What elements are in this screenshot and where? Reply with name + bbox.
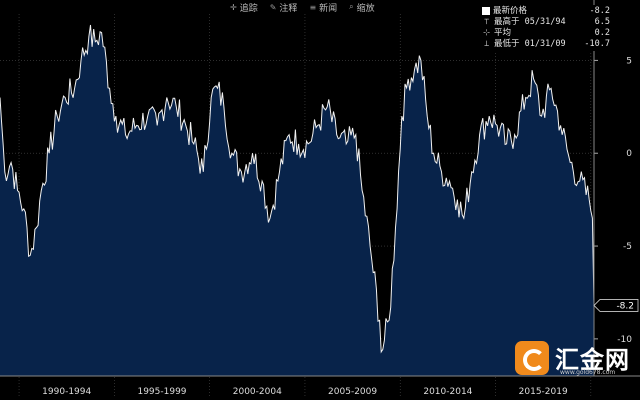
tool-track[interactable]: ✛ 追踪 xyxy=(230,0,258,14)
x-tick-label: 1995-1999 xyxy=(137,387,186,397)
legend-row-average: ⊹ 平均 0.2 xyxy=(482,28,610,39)
average-marker-icon: ⊹ xyxy=(482,28,491,38)
tool-news-label: 新闻 xyxy=(319,3,338,14)
x-tick-label: 2000-2004 xyxy=(233,387,282,397)
y-tick-label: 0 xyxy=(626,149,632,159)
tool-annotate-label: 注释 xyxy=(279,3,298,14)
crosshair-icon: ✛ xyxy=(230,2,237,12)
legend-average-label: 平均 xyxy=(494,28,512,38)
pencil-icon: ✎ xyxy=(269,2,277,12)
high-marker-icon: ⊤ xyxy=(483,17,490,27)
x-tick-label: 2005-2009 xyxy=(328,387,377,397)
legend-average-value: 0.2 xyxy=(594,28,610,38)
zoom-icon: ⌕ xyxy=(349,2,354,11)
legend-box: 最新价格 -8.2 ⊤ 最高于 05/31/94 6.5 ⊹ 平均 0.2 ⊥ … xyxy=(480,5,612,51)
x-tick-label: 2015-2019 xyxy=(519,387,568,397)
legend-row-last: 最新价格 -8.2 xyxy=(482,6,610,17)
legend-last-label: 最新价格 xyxy=(493,6,528,16)
chart-toolbar: ✛ 追踪 ✎ 注释 ≡ 新闻 ⌕ 缩放 xyxy=(230,0,375,14)
news-icon: ≡ xyxy=(309,2,317,12)
brand-url: www.gold678.com xyxy=(560,369,616,376)
legend-row-low: ⊥ 最低于 01/31/09 -10.7 xyxy=(482,39,610,50)
legend-low-value: -10.7 xyxy=(584,39,610,49)
x-tick-label: 2010-2014 xyxy=(423,387,472,397)
x-tick-label: 1990-1994 xyxy=(42,387,91,397)
legend-row-high: ⊤ 最高于 05/31/94 6.5 xyxy=(482,17,610,28)
tool-news[interactable]: ≡ 新闻 xyxy=(309,0,337,14)
y-tick-label: -5 xyxy=(623,242,632,252)
tool-track-label: 追踪 xyxy=(239,3,258,14)
legend-low-label: 最低于 01/31/09 xyxy=(494,39,566,49)
legend-high-value: 6.5 xyxy=(594,17,610,27)
tool-zoom[interactable]: ⌕ 缩放 xyxy=(349,0,375,14)
low-marker-icon: ⊥ xyxy=(483,39,490,49)
tool-annotate[interactable]: ✎ 注释 xyxy=(270,0,298,14)
last-value-label: -8.2 xyxy=(616,301,634,311)
legend-last-value: -8.2 xyxy=(589,6,610,16)
y-tick-label: 5 xyxy=(626,56,632,66)
area-fill xyxy=(0,25,594,376)
brand-logo-icon xyxy=(515,340,549,375)
legend-high-label: 最高于 05/31/94 xyxy=(494,17,566,27)
tool-zoom-label: 缩放 xyxy=(356,3,375,14)
series-swatch-icon xyxy=(482,7,490,15)
